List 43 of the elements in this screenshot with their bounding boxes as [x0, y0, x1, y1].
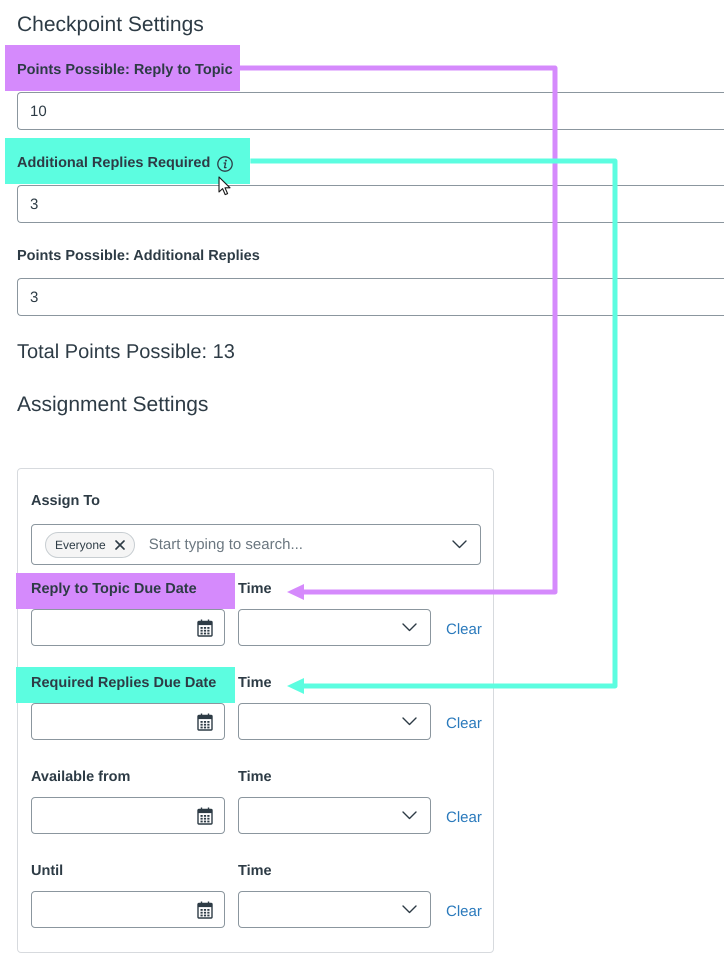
field-label: Time: [238, 862, 272, 880]
section-heading: Assignment Settings: [17, 392, 208, 418]
clear-link[interactable]: Clear: [446, 714, 482, 732]
calendar-icon: [197, 618, 213, 636]
field-label: Required Replies Due Date: [31, 674, 216, 692]
time-select[interactable]: [238, 797, 431, 834]
field-label: Points Possible: Additional Replies: [17, 247, 260, 266]
chevron-icon: [402, 623, 417, 632]
chevron-icon: [402, 717, 417, 726]
chevron-icon: [402, 905, 417, 914]
calendar-icon: [197, 806, 213, 824]
date-field[interactable]: [31, 891, 225, 928]
number-field[interactable]: 10: [17, 92, 724, 130]
field-label: Time: [238, 674, 272, 692]
field-label: Available from: [31, 768, 130, 786]
chevron-icon: [452, 540, 467, 549]
assign-to-combobox[interactable]: Everyone Start typing to search...: [31, 524, 481, 565]
chevron-icon: [402, 811, 417, 820]
number-field[interactable]: 3: [17, 278, 724, 316]
info-icon[interactable]: [217, 156, 234, 172]
field-label: Time: [238, 768, 272, 786]
clear-link[interactable]: Clear: [446, 620, 482, 638]
date-field[interactable]: [31, 703, 225, 740]
section-heading: Checkpoint Settings: [17, 12, 204, 38]
date-field[interactable]: [31, 797, 225, 834]
total-points-text: Total Points Possible: 13: [17, 340, 235, 364]
calendar-icon: [197, 712, 213, 730]
field-label: Points Possible: Reply to Topic: [17, 61, 233, 80]
number-field[interactable]: 3: [17, 185, 724, 223]
clear-link[interactable]: Clear: [446, 902, 482, 920]
calendar-icon: [197, 900, 213, 918]
time-select[interactable]: [238, 609, 431, 646]
field-label: Assign To: [31, 492, 100, 510]
close-icon[interactable]: [114, 540, 125, 550]
field-label: Until: [31, 862, 64, 880]
field-label: Reply to Topic Due Date: [31, 580, 197, 598]
assignee-chip[interactable]: Everyone: [45, 532, 135, 558]
field-label: Time: [238, 580, 272, 598]
field-label: Additional Replies Required: [17, 154, 210, 173]
clear-link[interactable]: Clear: [446, 808, 482, 826]
date-field[interactable]: [31, 609, 225, 646]
time-select[interactable]: [238, 703, 431, 740]
time-select[interactable]: [238, 891, 431, 928]
